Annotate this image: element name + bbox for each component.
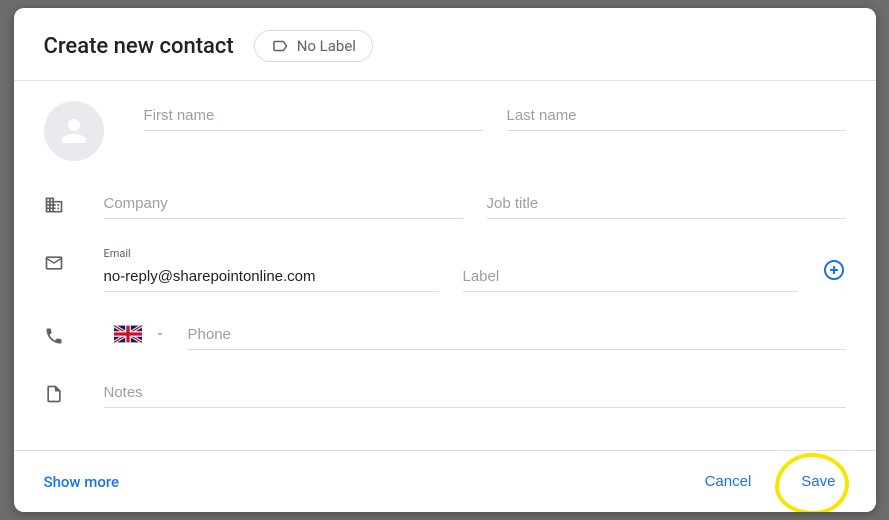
footer-actions: Cancel Save bbox=[695, 467, 846, 496]
label-chip-text: No Label bbox=[297, 37, 356, 55]
email-field-label: Email bbox=[104, 247, 439, 260]
company-row bbox=[44, 189, 846, 219]
save-highlight: Save bbox=[791, 467, 845, 496]
phone-row bbox=[44, 320, 846, 350]
notes-fields bbox=[104, 378, 846, 408]
label-chip[interactable]: No Label bbox=[254, 30, 373, 62]
name-row bbox=[44, 101, 846, 161]
form-content: Email bbox=[14, 81, 876, 450]
company-icon bbox=[44, 195, 64, 215]
email-icon bbox=[44, 253, 64, 273]
chevron-down-icon bbox=[154, 328, 166, 340]
email-icon-col bbox=[44, 247, 104, 277]
phone-input[interactable] bbox=[188, 320, 846, 350]
email-fields: Email bbox=[104, 247, 846, 292]
avatar[interactable] bbox=[44, 101, 104, 161]
notes-field-wrap bbox=[104, 378, 846, 408]
notes-input[interactable] bbox=[104, 378, 846, 408]
first-name-input[interactable] bbox=[144, 101, 483, 131]
first-name-field-wrap bbox=[144, 101, 483, 131]
job-title-field-wrap bbox=[487, 189, 846, 219]
add-email-button[interactable] bbox=[822, 258, 846, 282]
last-name-field-wrap bbox=[507, 101, 846, 131]
job-title-input[interactable] bbox=[487, 189, 846, 219]
dialog-footer: Show more Cancel Save bbox=[14, 450, 876, 512]
show-more-button[interactable]: Show more bbox=[44, 473, 120, 491]
phone-icon bbox=[44, 326, 64, 346]
uk-flag-icon bbox=[114, 325, 142, 343]
email-field-wrap: Email bbox=[104, 247, 439, 292]
notes-icon-col bbox=[44, 378, 104, 408]
company-icon-col bbox=[44, 189, 104, 219]
email-input[interactable] bbox=[104, 262, 439, 292]
phone-icon-col bbox=[44, 320, 104, 350]
last-name-input[interactable] bbox=[507, 101, 846, 131]
save-button[interactable]: Save bbox=[791, 467, 845, 496]
email-label-field-wrap bbox=[463, 262, 798, 292]
country-code-select[interactable] bbox=[104, 325, 176, 350]
notes-icon bbox=[44, 384, 64, 404]
phone-fields bbox=[104, 320, 846, 350]
notes-row bbox=[44, 378, 846, 408]
company-field-wrap bbox=[104, 189, 463, 219]
company-input[interactable] bbox=[104, 189, 463, 219]
create-contact-dialog: Create new contact No Label bbox=[14, 8, 876, 512]
person-icon bbox=[56, 113, 92, 149]
dialog-header: Create new contact No Label bbox=[14, 8, 876, 81]
page-title: Create new contact bbox=[44, 34, 234, 59]
phone-field-wrap bbox=[188, 320, 846, 350]
email-row: Email bbox=[44, 247, 846, 292]
company-fields bbox=[104, 189, 846, 219]
label-icon bbox=[271, 37, 289, 55]
name-fields bbox=[144, 101, 846, 131]
plus-circle-icon bbox=[822, 258, 846, 282]
cancel-button[interactable]: Cancel bbox=[695, 467, 762, 496]
email-label-input[interactable] bbox=[463, 262, 798, 292]
